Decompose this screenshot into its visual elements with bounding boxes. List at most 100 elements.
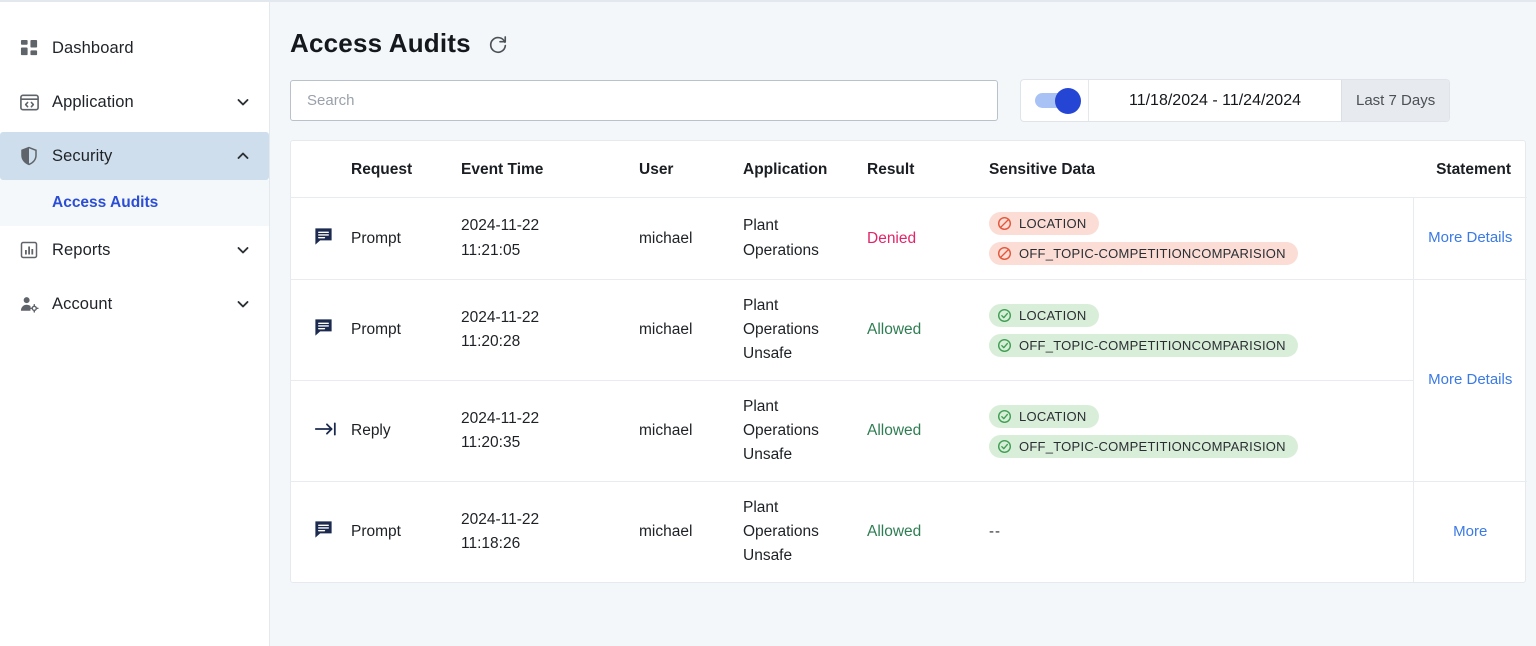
status-badge: Allowed bbox=[867, 523, 922, 541]
application-line: Plant bbox=[743, 499, 779, 517]
sidebar-item-label: Reports bbox=[52, 240, 111, 259]
column-header-sensitive-data: Sensitive Data bbox=[989, 141, 1413, 198]
chevron-down-icon[interactable] bbox=[235, 242, 251, 258]
toggle-knob bbox=[1054, 87, 1081, 114]
toggle-switch-icon bbox=[1034, 87, 1081, 114]
chevron-up-icon[interactable] bbox=[235, 148, 251, 164]
status-badge: Denied bbox=[867, 229, 917, 247]
sidebar-submenu-security: Access Audits bbox=[0, 180, 269, 226]
cell-event-time: 2024-11-22 11:21:05 bbox=[461, 197, 639, 280]
column-header-user: User bbox=[639, 141, 743, 198]
table-row: Prompt 2024-11-22 11:18:26 michael Plant Oper… bbox=[291, 481, 1527, 583]
status-badge: Allowed bbox=[867, 422, 922, 440]
cell-statement: More Details bbox=[1412, 279, 1527, 483]
account-icon bbox=[14, 289, 44, 319]
cell-application: Plant Operations Unsafe bbox=[743, 380, 867, 483]
table-header: Request Event Time User Application Resu… bbox=[291, 141, 1527, 198]
sidebar-item-access-audits[interactable]: Access Audits bbox=[0, 180, 269, 226]
sidebar-item-reports[interactable]: Reports bbox=[0, 226, 269, 274]
column-header-request: Request bbox=[351, 141, 461, 198]
application-line: Operations bbox=[743, 241, 819, 259]
cell-application: Plant Operations Unsafe bbox=[743, 482, 867, 583]
sidebar-item-label: Security bbox=[52, 146, 113, 165]
cell-sensitive-data: -- bbox=[989, 482, 1413, 583]
cell-sensitive-data: LOCATION OFF_TOPIC-COMPETITIONCOMPARISION bbox=[989, 279, 1413, 382]
cell-application: Plant Operations Unsafe bbox=[743, 279, 867, 382]
date-range-toggle[interactable] bbox=[1021, 80, 1089, 121]
more-details-link[interactable]: More Details bbox=[1428, 369, 1512, 392]
application-line: Plant bbox=[743, 398, 779, 416]
sensitive-data-badges: LOCATION OFF_TOPIC-COMPETITIONCOMPARISION bbox=[989, 404, 1413, 458]
more-details-link[interactable]: More bbox=[1453, 521, 1487, 544]
column-header-event-time: Event Time bbox=[461, 141, 639, 198]
cell-user: michael bbox=[639, 523, 693, 541]
sensitive-data-badge: LOCATION bbox=[989, 212, 1099, 235]
table-row: Prompt 2024-11-22 11:20:28 michael Plant Oper… bbox=[291, 279, 1527, 483]
event-date: 2024-11-22 bbox=[461, 511, 540, 529]
date-range-preset-button[interactable]: Last 7 Days bbox=[1341, 80, 1450, 121]
sidebar-item-dashboard[interactable]: Dashboard bbox=[0, 24, 269, 72]
bar-chart-icon bbox=[14, 235, 44, 265]
table-row: Reply 2024-11-22 11:20:35 michael Plant Opera… bbox=[291, 380, 1527, 483]
refresh-icon[interactable] bbox=[485, 32, 511, 58]
table-row: Prompt 2024-11-22 11:21:05 michael Plant Oper… bbox=[291, 197, 1527, 280]
sidebar-item-application[interactable]: Application bbox=[0, 78, 269, 126]
reply-arrow-icon bbox=[313, 418, 339, 440]
badge-allow-icon bbox=[997, 409, 1012, 424]
search-input[interactable] bbox=[307, 92, 981, 109]
cell-user: michael bbox=[639, 279, 743, 382]
application-line: Unsafe bbox=[743, 446, 793, 464]
application-line: Operations bbox=[743, 321, 819, 339]
search-box[interactable] bbox=[290, 80, 998, 121]
sensitive-data-badge: OFF_TOPIC-COMPETITIONCOMPARISION bbox=[989, 434, 1298, 458]
badge-allow-icon bbox=[997, 338, 1012, 353]
date-range-value[interactable]: 11/18/2024 - 11/24/2024 bbox=[1089, 80, 1341, 121]
column-header-icon bbox=[291, 141, 351, 198]
cell-request-icon bbox=[291, 197, 351, 280]
cell-user: michael bbox=[639, 380, 743, 483]
sidebar-item-label: Account bbox=[52, 294, 113, 313]
sensitive-data-label: LOCATION bbox=[1019, 216, 1087, 231]
column-header-result: Result bbox=[867, 141, 989, 198]
cell-request: Prompt bbox=[351, 523, 401, 541]
chevron-down-icon[interactable] bbox=[235, 296, 251, 312]
application-line: Operations bbox=[743, 422, 819, 440]
dashboard-icon bbox=[14, 33, 44, 63]
badge-allow-icon bbox=[997, 439, 1012, 454]
sensitive-data-badges: LOCATION OFF_TOPIC-COMPETITIONCOMPARISION bbox=[989, 212, 1413, 265]
application-line: Plant bbox=[743, 297, 779, 314]
cell-user: michael bbox=[639, 197, 743, 280]
sidebar: Dashboard Application Security Access Au… bbox=[0, 2, 270, 646]
cell-request-icon bbox=[291, 482, 351, 583]
table-body: Prompt 2024-11-22 11:21:05 michael Plant Oper… bbox=[291, 197, 1527, 583]
audits-table: Request Event Time User Application Resu… bbox=[291, 141, 1527, 583]
cell-sensitive-data: LOCATION OFF_TOPIC-COMPETITIONCOMPARISION bbox=[989, 380, 1413, 483]
event-clock: 11:20:35 bbox=[461, 434, 521, 452]
badge-allow-icon bbox=[997, 308, 1012, 323]
date-range-control: 11/18/2024 - 11/24/2024 Last 7 Days bbox=[1020, 79, 1451, 122]
sidebar-subitem-label: Access Audits bbox=[52, 194, 159, 211]
sidebar-item-security[interactable]: Security bbox=[0, 132, 269, 180]
cell-request-icon bbox=[291, 380, 351, 483]
application-line: Unsafe bbox=[743, 345, 793, 363]
sidebar-item-account[interactable]: Account bbox=[0, 280, 269, 328]
page-header: Access Audits bbox=[270, 2, 1536, 59]
sensitive-data-label: OFF_TOPIC-COMPETITIONCOMPARISION bbox=[1019, 438, 1286, 454]
sensitive-data-badge: LOCATION bbox=[989, 303, 1099, 327]
badge-deny-icon bbox=[997, 216, 1012, 231]
event-clock: 11:20:28 bbox=[461, 333, 521, 351]
cell-request: Prompt bbox=[351, 197, 461, 280]
prompt-message-icon bbox=[313, 317, 334, 338]
sensitive-data-label: LOCATION bbox=[1019, 307, 1087, 323]
cell-result: Allowed bbox=[867, 279, 989, 382]
sidebar-item-label: Dashboard bbox=[52, 38, 134, 57]
cell-request: Reply bbox=[351, 380, 461, 483]
prompt-message-icon bbox=[313, 226, 334, 247]
shield-icon bbox=[14, 141, 44, 171]
event-date: 2024-11-22 bbox=[461, 309, 540, 326]
chevron-down-icon[interactable] bbox=[235, 94, 251, 110]
sensitive-data-label: LOCATION bbox=[1019, 408, 1087, 424]
more-details-link[interactable]: More Details bbox=[1428, 227, 1512, 250]
table-header-row: Request Event Time User Application Resu… bbox=[291, 141, 1527, 198]
status-badge: Allowed bbox=[867, 321, 922, 339]
